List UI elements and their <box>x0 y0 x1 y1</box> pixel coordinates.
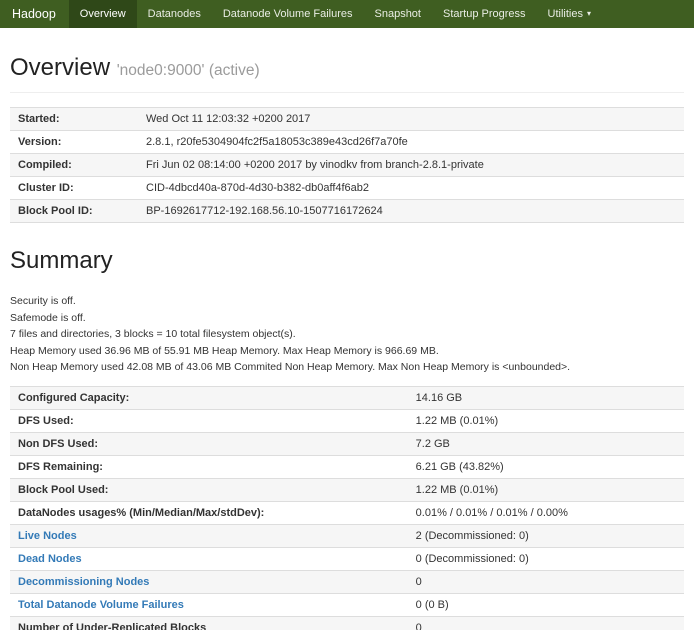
table-row: Started: Wed Oct 11 12:03:32 +0200 2017 <box>10 108 684 131</box>
row-value: 0 <box>408 616 684 630</box>
overview-title-text: Overview <box>10 54 110 81</box>
main-content: Overview 'node0:9000' (active) Started: … <box>0 54 694 630</box>
row-label: Started: <box>10 108 138 131</box>
nav-item-label: Utilities <box>548 8 583 20</box>
row-label: Compiled: <box>10 154 138 177</box>
row-label: Number of Under-Replicated Blocks <box>10 616 408 630</box>
table-row: Total Datanode Volume Failures 0 (0 B) <box>10 593 684 616</box>
row-value: 0 <box>408 570 684 593</box>
overview-title: Overview 'node0:9000' (active) <box>10 54 684 82</box>
row-value: CID-4dbcd40a-870d-4d30-b382-db0aff4f6ab2 <box>138 177 684 200</box>
row-value: Wed Oct 11 12:03:32 +0200 2017 <box>138 108 684 131</box>
table-row: DFS Used: 1.22 MB (0.01%) <box>10 409 684 432</box>
nav-item-overview[interactable]: Overview <box>69 0 137 28</box>
summary-table: Configured Capacity: 14.16 GB DFS Used: … <box>10 386 684 630</box>
table-row: Cluster ID: CID-4dbcd40a-870d-4d30-b382-… <box>10 177 684 200</box>
table-row: Block Pool ID: BP-1692617712-192.168.56.… <box>10 200 684 223</box>
nav-item-label: Snapshot <box>375 8 421 20</box>
row-label: Version: <box>10 131 138 154</box>
row-label: Block Pool Used: <box>10 478 408 501</box>
table-row: Compiled: Fri Jun 02 08:14:00 +0200 2017… <box>10 154 684 177</box>
namenode-address: 'node0:9000' (active) <box>117 62 260 79</box>
nav-item-datanodes[interactable]: Datanodes <box>137 0 212 28</box>
dead-nodes-link[interactable]: Dead Nodes <box>18 553 82 565</box>
row-label: Configured Capacity: <box>10 386 408 409</box>
row-value: 2 (Decommissioned: 0) <box>408 524 684 547</box>
row-value: 1.22 MB (0.01%) <box>408 409 684 432</box>
nav-item-startup-progress[interactable]: Startup Progress <box>432 0 537 28</box>
row-value: 0 (0 B) <box>408 593 684 616</box>
row-value: Fri Jun 02 08:14:00 +0200 2017 by vinodk… <box>138 154 684 177</box>
nav-item-label: Datanode Volume Failures <box>223 8 353 20</box>
row-value: BP-1692617712-192.168.56.10-150771617262… <box>138 200 684 223</box>
row-label: DFS Used: <box>10 409 408 432</box>
summary-title: Summary <box>10 247 684 275</box>
table-row: Configured Capacity: 14.16 GB <box>10 386 684 409</box>
navbar-brand[interactable]: Hadoop <box>0 0 69 28</box>
heap-memory-status: Heap Memory used 36.96 MB of 55.91 MB He… <box>10 343 684 360</box>
row-label: Block Pool ID: <box>10 200 138 223</box>
row-label: DataNodes usages% (Min/Median/Max/stdDev… <box>10 501 408 524</box>
navbar-menu: Overview Datanodes Datanode Volume Failu… <box>69 0 602 28</box>
table-row: Non DFS Used: 7.2 GB <box>10 432 684 455</box>
summary-status-text: Security is off. Safemode is off. 7 file… <box>10 293 684 376</box>
row-value: 14.16 GB <box>408 386 684 409</box>
table-row: Number of Under-Replicated Blocks 0 <box>10 616 684 630</box>
table-row: DataNodes usages% (Min/Median/Max/stdDev… <box>10 501 684 524</box>
decommissioning-nodes-link[interactable]: Decommissioning Nodes <box>18 576 149 588</box>
caret-down-icon: ▾ <box>587 0 591 28</box>
table-row: Dead Nodes 0 (Decommissioned: 0) <box>10 547 684 570</box>
table-row: Block Pool Used: 1.22 MB (0.01%) <box>10 478 684 501</box>
nav-item-utilities[interactable]: Utilities ▾ <box>537 0 602 28</box>
row-label: Cluster ID: <box>10 177 138 200</box>
row-value: 2.8.1, r20fe5304904fc2f5a18053c389e43cd2… <box>138 131 684 154</box>
row-value: 0 (Decommissioned: 0) <box>408 547 684 570</box>
filesystem-objects-status: 7 files and directories, 3 blocks = 10 t… <box>10 326 684 343</box>
safemode-status: Safemode is off. <box>10 310 684 327</box>
divider <box>10 92 684 93</box>
live-nodes-link[interactable]: Live Nodes <box>18 530 77 542</box>
table-row: Decommissioning Nodes 0 <box>10 570 684 593</box>
row-value: 6.21 GB (43.82%) <box>408 455 684 478</box>
security-status: Security is off. <box>10 293 684 310</box>
row-label: Non DFS Used: <box>10 432 408 455</box>
row-value: 1.22 MB (0.01%) <box>408 478 684 501</box>
table-row: DFS Remaining: 6.21 GB (43.82%) <box>10 455 684 478</box>
overview-table: Started: Wed Oct 11 12:03:32 +0200 2017 … <box>10 107 684 223</box>
row-value: 7.2 GB <box>408 432 684 455</box>
nav-item-label: Datanodes <box>148 8 201 20</box>
nav-item-snapshot[interactable]: Snapshot <box>364 0 432 28</box>
top-navbar: Hadoop Overview Datanodes Datanode Volum… <box>0 0 694 28</box>
table-row: Live Nodes 2 (Decommissioned: 0) <box>10 524 684 547</box>
table-row: Version: 2.8.1, r20fe5304904fc2f5a18053c… <box>10 131 684 154</box>
row-value: 0.01% / 0.01% / 0.01% / 0.00% <box>408 501 684 524</box>
datanode-volume-failures-link[interactable]: Total Datanode Volume Failures <box>18 599 184 611</box>
nav-item-label: Overview <box>80 8 126 20</box>
nav-item-datanode-volume-failures[interactable]: Datanode Volume Failures <box>212 0 364 28</box>
non-heap-memory-status: Non Heap Memory used 42.08 MB of 43.06 M… <box>10 359 684 376</box>
row-label: DFS Remaining: <box>10 455 408 478</box>
nav-item-label: Startup Progress <box>443 8 526 20</box>
